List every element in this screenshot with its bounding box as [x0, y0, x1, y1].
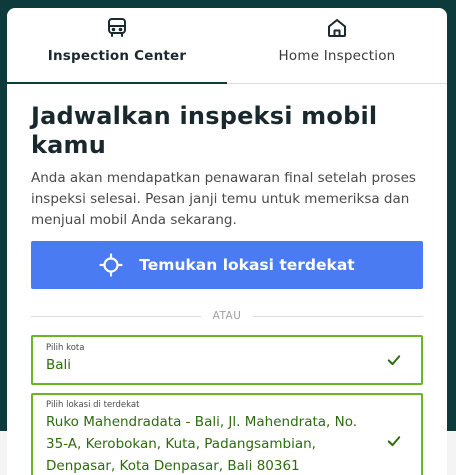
booking-content: Jadwalkan inspeksi mobil kamu Anda akan … [7, 102, 447, 475]
find-nearest-location-button[interactable]: Temukan lokasi terdekat [31, 241, 423, 289]
inspection-card: Inspection Center Home Inspection Jadwal… [7, 8, 447, 475]
check-icon [387, 355, 401, 366]
city-select[interactable]: Pilih kota Bali [31, 335, 423, 385]
location-crosshair-icon [99, 253, 123, 277]
divider-text: ATAU [212, 310, 242, 322]
tab-inspection-center[interactable]: Inspection Center [7, 8, 227, 84]
location-select-label: Pilih lokasi di terdekat [46, 400, 140, 410]
or-divider: ATAU [31, 309, 423, 323]
page-description: Anda akan mendapatkan penawaran final se… [31, 170, 416, 228]
check-icon [387, 436, 401, 447]
location-select-value: Ruko Mahendradata - Bali, Jl. Mahendrata… [46, 414, 358, 474]
location-select[interactable]: Pilih lokasi di terdekat Ruko Mahendrada… [31, 393, 423, 475]
find-nearest-location-label: Temukan lokasi terdekat [139, 256, 355, 274]
page-title: Jadwalkan inspeksi mobil kamu [31, 102, 378, 159]
tab-home-inspection[interactable]: Home Inspection [227, 8, 447, 83]
city-select-value: Bali [46, 357, 72, 373]
divider-line-right [253, 315, 423, 317]
car-icon [108, 18, 126, 37]
tab-home-inspection-label: Home Inspection [278, 48, 396, 64]
inspection-tabs: Inspection Center Home Inspection [7, 8, 447, 84]
city-select-label: Pilih kota [46, 343, 85, 353]
home-icon [328, 19, 346, 37]
divider-line-left [31, 315, 201, 317]
tab-inspection-center-label: Inspection Center [47, 48, 187, 64]
